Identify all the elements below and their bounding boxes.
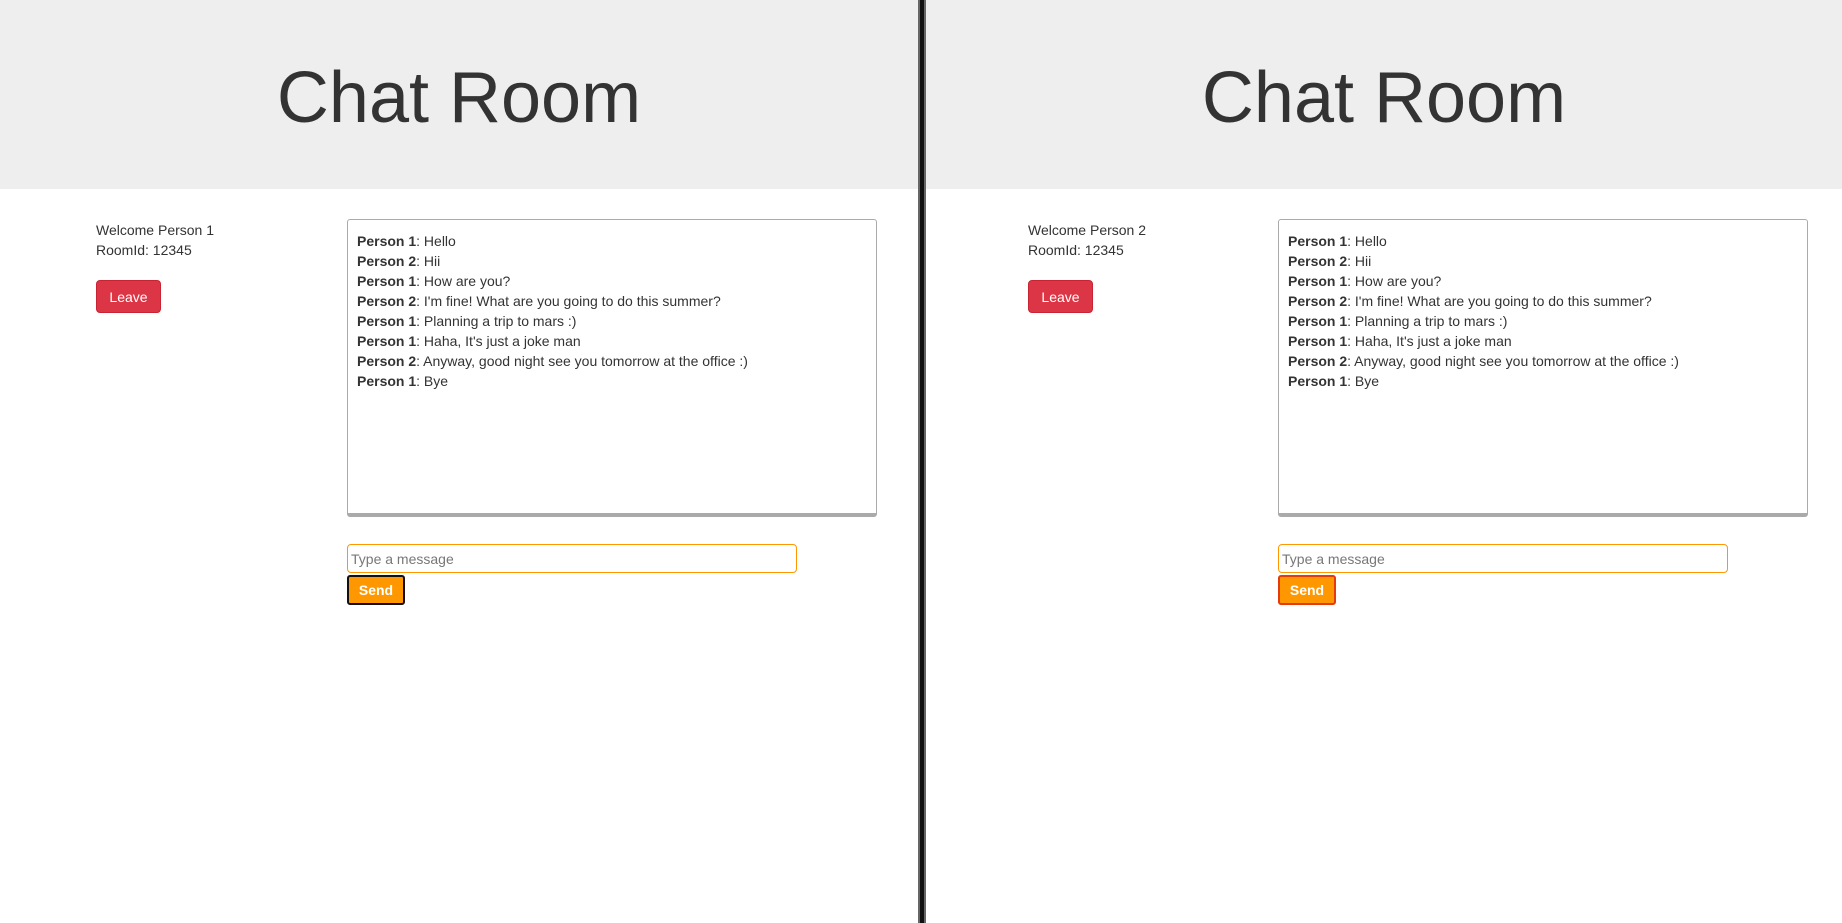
leave-button[interactable]: Leave [96, 280, 161, 313]
message-text: : Anyway, good night see you tomorrow at… [1347, 353, 1679, 369]
message-sender: Person 2 [1288, 293, 1348, 309]
message-item: Person 1: Haha, It's just a joke man [1288, 331, 1798, 351]
page-title: Chat Room [1201, 58, 1567, 138]
message-text: : Haha, It's just a joke man [416, 333, 581, 349]
leave-button[interactable]: Leave [1028, 280, 1093, 313]
message-item: Person 2: I'm fine! What are you going t… [357, 291, 867, 311]
message-item: Person 2: Hii [1288, 251, 1798, 271]
message-input[interactable] [347, 544, 797, 573]
message-sender: Person 1 [357, 313, 417, 329]
message-item: Person 1: Bye [1288, 371, 1798, 391]
user-info: Welcome Person 2 RoomId: 12345 [1028, 220, 1146, 260]
message-sender: Person 1 [357, 233, 417, 249]
header: Chat Room [0, 0, 918, 189]
message-text: : Hello [416, 233, 456, 249]
message-text: : Bye [1347, 373, 1380, 389]
message-sender: Person 1 [357, 273, 417, 289]
message-item: Person 2: Anyway, good night see you tom… [1288, 351, 1798, 371]
message-text: : I'm fine! What are you going to do thi… [1347, 293, 1652, 309]
message-sender: Person 2 [357, 353, 417, 369]
message-sender: Person 2 [357, 253, 417, 269]
welcome-text: Welcome Person 1 [96, 222, 215, 238]
message-sender: Person 1 [1288, 273, 1348, 289]
message-sender: Person 1 [357, 333, 417, 349]
message-sender: Person 2 [1288, 253, 1348, 269]
chat-window-person-2: Chat Room Welcome Person 2 RoomId: 12345… [926, 0, 1842, 923]
message-text: : Hello [1347, 233, 1387, 249]
message-text: : How are you? [1347, 273, 1442, 289]
message-item: Person 1: Planning a trip to mars :) [1288, 311, 1798, 331]
message-list[interactable]: Person 1: Hello Person 2: Hii Person 1: Ho… [347, 219, 877, 517]
message-sender: Person 1 [1288, 313, 1348, 329]
message-sender: Person 1 [1288, 373, 1348, 389]
message-item: Person 1: How are you? [357, 271, 867, 291]
message-list[interactable]: Person 1: Hello Person 2: Hii Person 1: Ho… [1278, 219, 1808, 517]
message-sender: Person 2 [357, 293, 417, 309]
room-id: RoomId: 12345 [1028, 242, 1124, 258]
message-item: Person 2: Hii [357, 251, 867, 271]
welcome-text: Welcome Person 2 [1028, 222, 1147, 238]
message-item: Person 1: Planning a trip to mars :) [357, 311, 867, 331]
user-info: Welcome Person 1 RoomId: 12345 [96, 220, 214, 260]
message-sender: Person 1 [1288, 333, 1348, 349]
message-item: Person 2: I'm fine! What are you going t… [1288, 291, 1798, 311]
page-title: Chat Room [276, 58, 642, 138]
message-item: Person 1: Haha, It's just a joke man [357, 331, 867, 351]
header: Chat Room [926, 0, 1842, 189]
send-button[interactable]: Send [1278, 575, 1336, 605]
message-text: : Anyway, good night see you tomorrow at… [416, 353, 748, 369]
message-text: : Haha, It's just a joke man [1347, 333, 1512, 349]
room-id: RoomId: 12345 [96, 242, 192, 258]
message-text: : Bye [416, 373, 449, 389]
message-text: : Planning a trip to mars :) [416, 313, 577, 329]
message-text: : I'm fine! What are you going to do thi… [416, 293, 721, 309]
window-divider [918, 0, 926, 923]
message-text: : How are you? [416, 273, 511, 289]
message-item: Person 1: Hello [357, 231, 867, 251]
send-button[interactable]: Send [347, 575, 405, 605]
message-item: Person 1: How are you? [1288, 271, 1798, 291]
message-item: Person 2: Anyway, good night see you tom… [357, 351, 867, 371]
message-item: Person 1: Hello [1288, 231, 1798, 251]
message-text: : Planning a trip to mars :) [1347, 313, 1508, 329]
message-input[interactable] [1278, 544, 1728, 573]
message-sender: Person 1 [1288, 233, 1348, 249]
message-text: : Hii [1347, 253, 1372, 269]
message-text: : Hii [416, 253, 441, 269]
chat-window-person-1: Chat Room Welcome Person 1 RoomId: 12345… [0, 0, 918, 923]
message-sender: Person 1 [357, 373, 417, 389]
message-sender: Person 2 [1288, 353, 1348, 369]
message-item: Person 1: Bye [357, 371, 867, 391]
